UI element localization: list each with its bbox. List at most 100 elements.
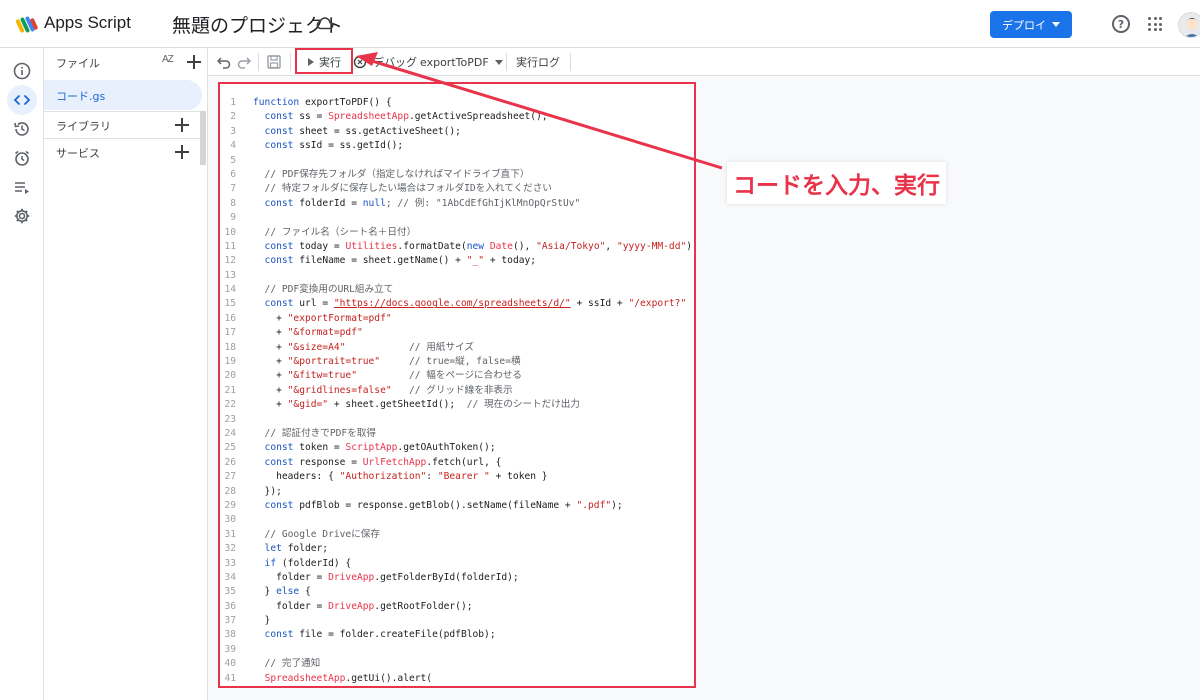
code-text: + "&gid=" + sheet.getSheetId(); // 現在のシー… [253, 398, 580, 412]
line-number: 42 [224, 686, 236, 688]
code-line[interactable]: 25 const token = ScriptApp.getOAuthToken… [220, 441, 694, 455]
line-number: 26 [224, 456, 236, 468]
code-line[interactable]: 27 headers: { "Authorization": "Bearer "… [220, 470, 694, 484]
code-line[interactable]: 34 folder = DriveApp.getFolderById(folde… [220, 571, 694, 585]
sort-az-icon[interactable]: AZ [162, 54, 174, 65]
code-line[interactable]: 1 function exportToPDF() { [220, 96, 694, 110]
code-line[interactable]: 20 + "&fitw=true" // 幅をページに合わせる [220, 369, 694, 383]
code-line[interactable]: 6 // PDF保存先フォルダ（指定しなければマイドライブ直下） [220, 168, 694, 182]
code-line[interactable]: 28 }); [220, 485, 694, 499]
app-name[interactable]: Apps Script [44, 13, 131, 33]
code-text: + "&fitw=true" // 幅をページに合わせる [253, 369, 522, 383]
code-line[interactable]: 23 [220, 413, 694, 427]
code-line[interactable]: 2 const ss = SpreadsheetApp.getActiveSpr… [220, 110, 694, 124]
code-line[interactable]: 9 [220, 211, 694, 225]
code-line[interactable]: 38 const file = folder.createFile(pdfBlo… [220, 628, 694, 642]
editor-code-icon[interactable] [7, 85, 37, 115]
code-line[interactable]: 3 const sheet = ss.getActiveSheet(); [220, 125, 694, 139]
code-line[interactable]: 8 const folderId = null; // 例: "1AbCdEfG… [220, 197, 694, 211]
code-line[interactable]: 41 SpreadsheetApp.getUi().alert( [220, 672, 694, 686]
code-text: function exportToPDF() { [253, 96, 392, 110]
code-line[interactable]: 36 folder = DriveApp.getRootFolder(); [220, 600, 694, 614]
code-line[interactable]: 21 + "&gridlines=false" // グリッド線を非表示 [220, 384, 694, 398]
redo-icon[interactable] [236, 54, 252, 70]
code-token: const [253, 125, 300, 137]
code-line[interactable]: 11 const today = Utilities.formatDate(ne… [220, 240, 694, 254]
code-token: ); [686, 240, 694, 252]
code-line[interactable]: 14 // PDF変換用のURL組み立て [220, 283, 694, 297]
code-token: "yyyy-MM-dd" [616, 240, 687, 252]
code-line[interactable]: 17 + "&format=pdf" [220, 326, 694, 340]
code-line[interactable]: 35 } else { [220, 585, 694, 599]
line-number: 10 [224, 226, 236, 238]
code-line[interactable]: 16 + "exportFormat=pdf" [220, 312, 694, 326]
code-token: // Google Driveに保存 [253, 528, 380, 540]
triggers-alarm-icon[interactable] [7, 143, 37, 173]
line-number: 22 [224, 399, 236, 411]
code-text: // 完了通知 [253, 657, 321, 671]
save-icon[interactable] [266, 54, 282, 70]
file-item-code-gs[interactable]: コード.gs [44, 80, 202, 110]
code-token: "&format=pdf" [287, 327, 363, 339]
executions-list-icon[interactable] [7, 172, 37, 202]
code-line[interactable]: 39 [220, 643, 694, 657]
history-icon[interactable] [7, 114, 37, 144]
line-number: 31 [224, 528, 236, 540]
help-icon[interactable]: ? [1112, 15, 1130, 33]
code-line[interactable]: 29 const pdfBlob = response.getBlob().se… [220, 499, 694, 513]
code-line[interactable]: 40 // 完了通知 [220, 657, 694, 671]
settings-gear-icon[interactable] [7, 201, 37, 231]
code-line[interactable]: 10 // ファイル名（シート名＋日付） [220, 226, 694, 240]
overview-icon[interactable] [7, 56, 37, 86]
add-library-plus-icon[interactable] [175, 118, 189, 132]
code-line[interactable]: 26 const response = UrlFetchApp.fetch(ur… [220, 456, 694, 470]
code-line[interactable]: 22 + "&gid=" + sheet.getSheetId(); // 現在… [220, 398, 694, 412]
code-line[interactable]: 5 [220, 154, 694, 168]
google-apps-icon[interactable] [1148, 17, 1162, 31]
debug-button[interactable]: デバッグ [353, 51, 417, 73]
panel-scrollbar[interactable] [200, 111, 206, 165]
code-token: "&fitw=true" [287, 370, 357, 382]
code-line[interactable]: 30 [220, 513, 694, 527]
code-line[interactable]: 24 // 認証付きでPDFを取得 [220, 427, 694, 441]
file-name: コード.gs [56, 90, 106, 103]
services-section[interactable]: サービス [44, 138, 202, 164]
libraries-section[interactable]: ライブラリ [44, 111, 202, 137]
code-text: // 認証付きでPDFを取得 [253, 427, 376, 441]
code-line[interactable]: 33 if (folderId) { [220, 557, 694, 571]
undo-icon[interactable] [216, 54, 232, 70]
code-token: const [253, 197, 300, 209]
code-line[interactable]: 37 } [220, 614, 694, 628]
code-line[interactable]: 42 "PDF出力完了\n\n" [220, 686, 694, 688]
code-text: const file = folder.createFile(pdfBlob); [253, 628, 496, 642]
selected-function: exportToPDF [420, 55, 489, 69]
editor-toolbar: 実行 デバッグ exportToPDF 実行ログ [208, 48, 1200, 76]
code-line[interactable]: 19 + "&portrait=true" // true=縦, false=横 [220, 355, 694, 369]
execution-log-button[interactable]: 実行ログ [516, 51, 560, 73]
line-number: 27 [224, 471, 236, 483]
code-line[interactable]: 13 [220, 269, 694, 283]
code-line[interactable]: 15 const url = "https://docs.google.com/… [220, 297, 694, 311]
code-token: token = [299, 442, 346, 454]
code-editor[interactable]: 1 function exportToPDF() {2 const ss = Sp… [218, 82, 696, 688]
code-line[interactable]: 4 const ssId = ss.getId(); [220, 139, 694, 153]
add-file-plus-icon[interactable] [187, 55, 201, 69]
code-token: "&gridlines=false" [287, 384, 392, 396]
code-text: folder = DriveApp.getFolderById(folderId… [253, 571, 519, 585]
function-select[interactable]: exportToPDF [420, 51, 503, 73]
add-service-plus-icon[interactable] [175, 145, 189, 159]
code-token: "Authorization" [339, 471, 427, 483]
code-token: const [253, 456, 300, 468]
toolbar-divider [570, 53, 571, 71]
code-token: ssId = ss.getId(); [299, 140, 404, 152]
code-line[interactable]: 12 const fileName = sheet.getName() + "_… [220, 254, 694, 268]
code-line[interactable]: 31 // Google Driveに保存 [220, 528, 694, 542]
code-line[interactable]: 32 let folder; [220, 542, 694, 556]
line-number: 9 [230, 212, 236, 224]
code-token: (folderId) { [281, 557, 352, 569]
apps-script-logo-icon[interactable] [16, 13, 38, 35]
deploy-button[interactable]: デプロイ [990, 11, 1072, 38]
code-line[interactable]: 7 // 特定フォルダに保存したい場合はフォルダIDを入れてください [220, 182, 694, 196]
avatar[interactable] [1178, 12, 1200, 38]
code-line[interactable]: 18 + "&size=A4" // 用紙サイズ [220, 341, 694, 355]
